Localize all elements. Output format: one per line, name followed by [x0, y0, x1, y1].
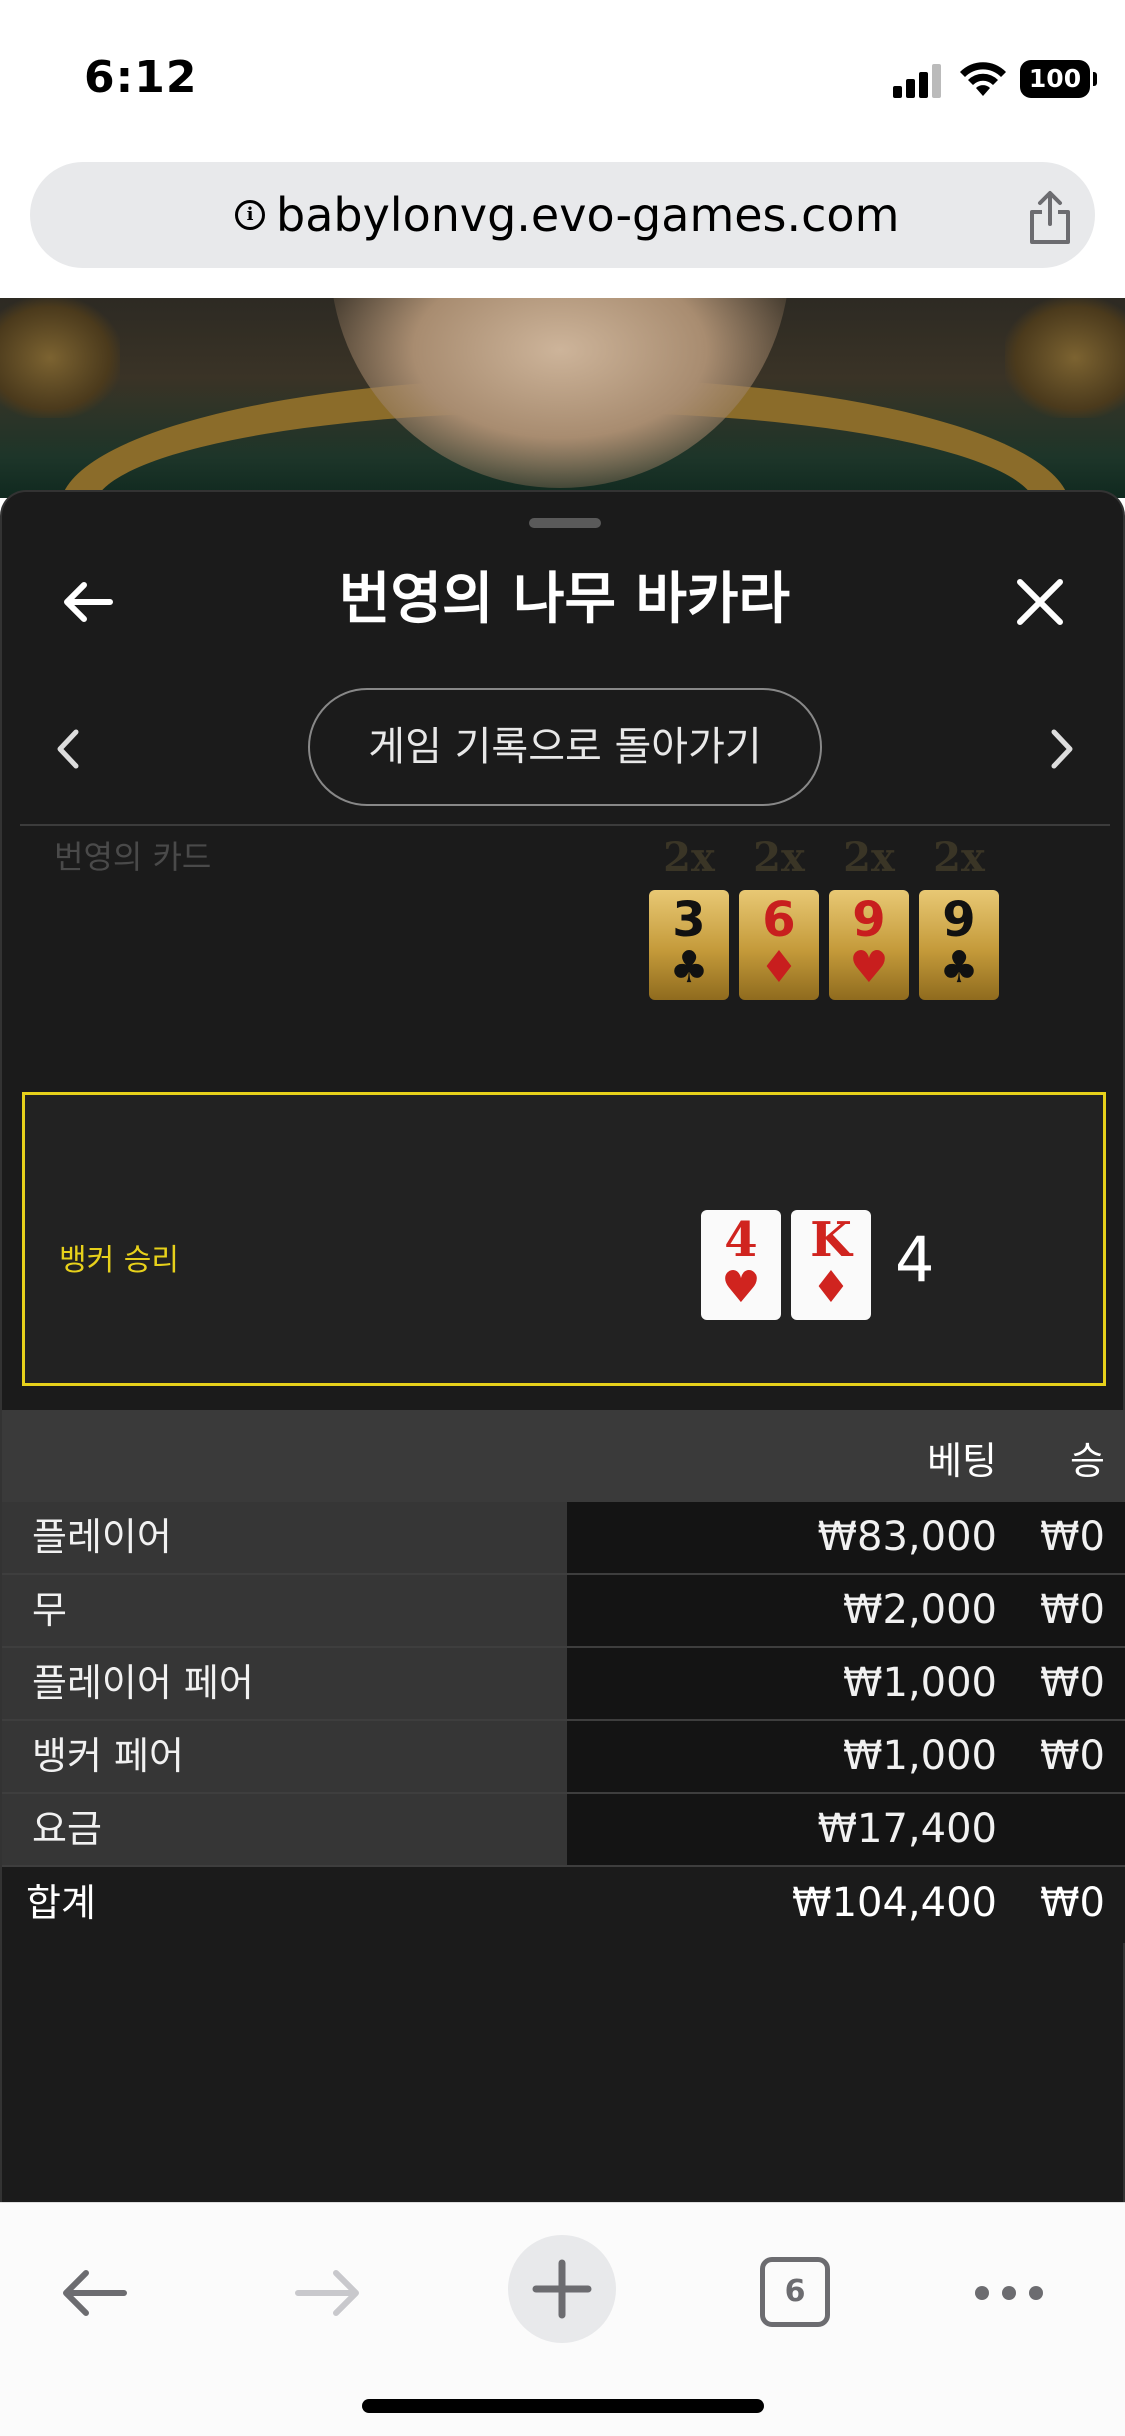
close-icon[interactable] — [1010, 572, 1070, 632]
bet-name: 플레이어 페어 — [2, 1648, 567, 1719]
card-rank: 9 — [852, 892, 886, 948]
lucky-card-multiplier: 2x — [843, 834, 895, 881]
bet-amount: ₩2,000 — [842, 1587, 997, 1633]
forward-arrow-icon[interactable] — [292, 2263, 364, 2323]
bet-name: 요금 — [2, 1794, 567, 1865]
live-game-video — [0, 298, 1125, 498]
table-row: 무 ₩2,000 ₩0 — [2, 1575, 1125, 1648]
bet-amount: ₩83,000 — [817, 1514, 997, 1560]
table-header: 베팅 승 — [2, 1410, 1125, 1502]
banker-result-panel: 뱅커 승리 4 ♥ K ♦ 4 — [22, 1092, 1106, 1386]
total-win-amount: ₩0 — [1040, 1880, 1105, 1926]
battery-icon: 100 — [1020, 60, 1097, 98]
divider — [20, 824, 1110, 826]
win-amount: ₩0 — [1040, 1660, 1105, 1706]
win-amount: ₩0 — [1040, 1514, 1105, 1560]
result-label: 뱅커 승리 — [59, 1243, 179, 1278]
more-options-icon[interactable] — [972, 2283, 1046, 2303]
bet-amount: ₩1,000 — [842, 1660, 997, 1706]
club-suit-icon: ♣ — [669, 942, 709, 993]
club-suit-icon: ♣ — [939, 942, 979, 993]
new-tab-button[interactable] — [508, 2235, 616, 2343]
table-row: 플레이어 페어 ₩1,000 ₩0 — [2, 1648, 1125, 1721]
table-row: 플레이어 ₩83,000 ₩0 — [2, 1502, 1125, 1575]
diamond-suit-icon: ♦ — [811, 1262, 851, 1313]
status-bar: 6:12 100 — [0, 0, 1125, 150]
plus-icon — [532, 2259, 592, 2319]
share-icon[interactable] — [1020, 188, 1080, 248]
lucky-card: 9 ♣ — [919, 890, 999, 1000]
card-rank: 9 — [942, 892, 976, 948]
sheet-grabber[interactable] — [529, 518, 601, 528]
lucky-card: 3 ♣ — [649, 890, 729, 1000]
win-amount: ₩0 — [1040, 1587, 1105, 1633]
back-arrow-icon[interactable] — [58, 2263, 130, 2323]
bet-column-header: 베팅 — [927, 1439, 997, 1483]
cellular-signal-icon — [893, 64, 945, 98]
bet-name: 뱅커 페어 — [2, 1721, 567, 1792]
total-bet-amount: ₩104,400 — [792, 1880, 997, 1926]
total-label: 합계 — [26, 1881, 96, 1925]
lucky-card-multiplier: 2x — [663, 834, 715, 881]
table-row: 뱅커 페어 ₩1,000 ₩0 — [2, 1721, 1125, 1794]
playing-card: K ♦ — [791, 1210, 871, 1320]
card-rank: 4 — [724, 1212, 758, 1268]
next-round-chevron-icon[interactable] — [1042, 724, 1082, 774]
tabs-button[interactable]: 6 — [760, 2257, 830, 2327]
win-column-header: 승 — [1070, 1439, 1105, 1483]
info-icon[interactable]: i — [235, 200, 265, 230]
url-text[interactable]: babylonvg.evo-games.com — [276, 188, 899, 242]
wifi-icon — [960, 62, 1006, 96]
screen: 6:12 100 i babylonvg.evo-games.com 번영의 나… — [0, 0, 1125, 2436]
playing-card: 4 ♥ — [701, 1210, 781, 1320]
address-bar[interactable]: i babylonvg.evo-games.com — [30, 162, 1095, 268]
bet-name: 무 — [2, 1575, 567, 1646]
heart-suit-icon: ♥ — [721, 1262, 761, 1313]
sheet-title: 번영의 나무 바카라 — [338, 567, 791, 632]
diamond-suit-icon: ♦ — [759, 942, 799, 993]
card-rank: 6 — [762, 892, 796, 948]
card-rank: K — [810, 1212, 852, 1268]
previous-round-chevron-icon[interactable] — [48, 724, 88, 774]
heart-suit-icon: ♥ — [849, 942, 889, 993]
status-time: 6:12 — [84, 52, 198, 103]
back-to-history-button[interactable]: 게임 기록으로 돌아가기 — [308, 688, 822, 806]
home-indicator[interactable] — [362, 2399, 764, 2413]
lucky-card: 9 ♥ — [829, 890, 909, 1000]
lucky-card: 6 ♦ — [739, 890, 819, 1000]
bet-table: 베팅 승 플레이어 ₩83,000 ₩0 무 ₩2,000 ₩0 플레이어 페어… — [2, 1410, 1125, 1943]
lucky-card-multiplier: 2x — [753, 834, 805, 881]
lucky-cards-label: 번영의 카드 — [54, 838, 212, 876]
browser-toolbar: 6 — [0, 2202, 1125, 2436]
bet-name: 플레이어 — [2, 1502, 567, 1573]
table-total-row: 합계 ₩104,400 ₩0 — [2, 1867, 1125, 1943]
game-history-sheet: 번영의 나무 바카라 게임 기록으로 돌아가기 번영의 카드 2x 3 ♣ 2x… — [0, 490, 1125, 2202]
card-rank: 3 — [672, 892, 706, 948]
win-amount: ₩0 — [1040, 1733, 1105, 1779]
bet-amount: ₩17,400 — [817, 1806, 997, 1852]
bet-amount: ₩1,000 — [842, 1733, 997, 1779]
table-row: 요금 ₩17,400 — [2, 1794, 1125, 1867]
lucky-card-multiplier: 2x — [933, 834, 985, 881]
hand-score: 4 — [895, 1223, 935, 1296]
